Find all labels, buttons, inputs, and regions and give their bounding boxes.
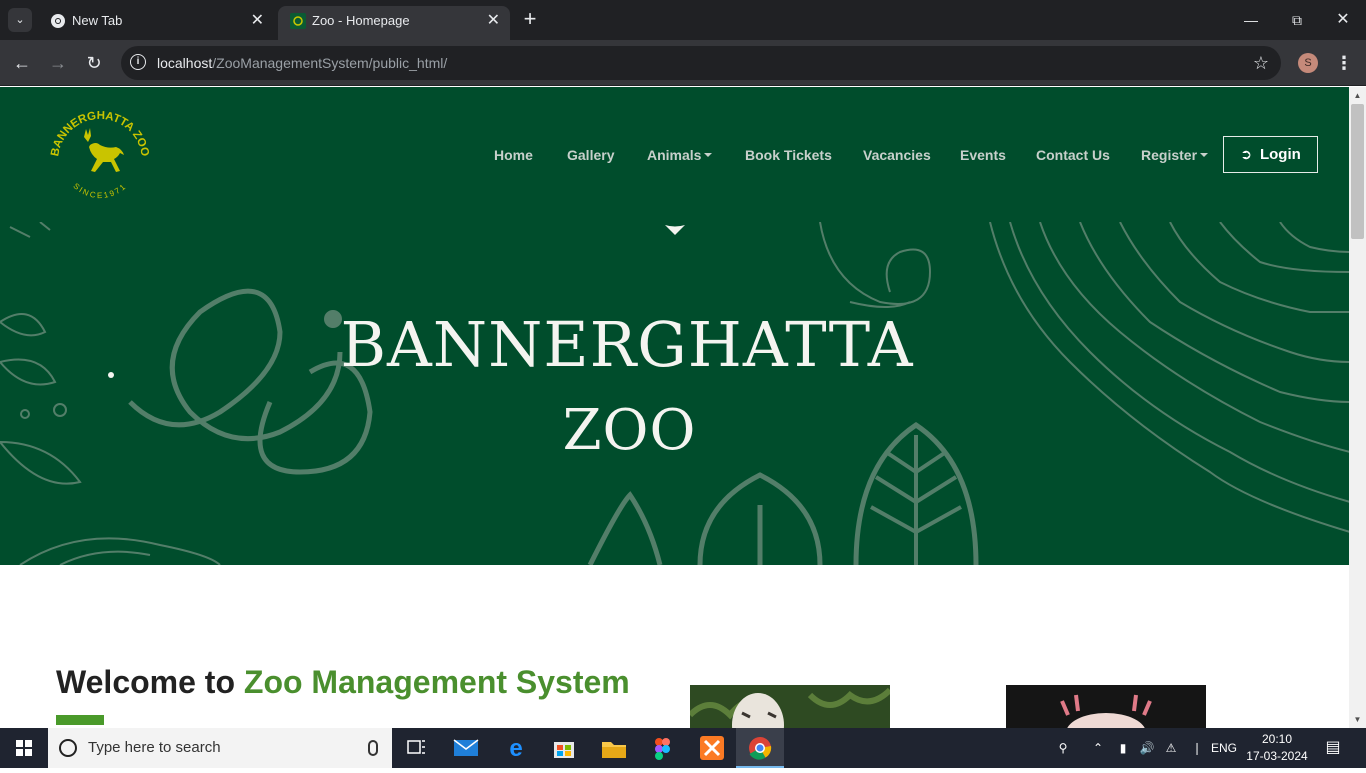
tab-title: Zoo - Homepage <box>312 13 410 28</box>
nav-register[interactable]: Register <box>1141 136 1209 174</box>
language-indicator[interactable]: ENG <box>1208 728 1240 768</box>
clock-time: 20:10 <box>1261 732 1293 746</box>
browser-toolbar: ← → ↻ i localhost/ZooManagementSystem/pu… <box>0 40 1366 86</box>
tab-new-tab[interactable]: New Tab ✕ <box>38 6 274 40</box>
back-arrow-icon[interactable]: ← <box>10 51 34 75</box>
svg-text:SINCE1971: SINCE1971 <box>71 181 128 200</box>
tab-zoo-homepage[interactable]: Zoo - Homepage ✕ <box>278 6 510 40</box>
nav-vacancies[interactable]: Vacancies <box>863 136 931 174</box>
site-header: BANNERGHATTA ZOO SINCE1971 Home Gallery … <box>0 87 1349 222</box>
dropdown-caret-icon <box>1200 153 1209 158</box>
white-tiger-photo <box>690 685 890 728</box>
mail-icon[interactable] <box>442 728 490 768</box>
main-nav: Home Gallery Animals Book Tickets Vacanc… <box>0 136 1349 174</box>
clock-date: 17-03-2024 <box>1246 749 1308 763</box>
show-hidden-icons-chevron-icon[interactable]: ⌃ <box>1088 728 1108 768</box>
minimize-icon[interactable]: — <box>1228 0 1274 40</box>
edge-icon[interactable]: e <box>492 728 540 768</box>
task-view-icon[interactable] <box>392 728 440 768</box>
page-scrollbar[interactable]: ▲ ▼ <box>1349 87 1366 728</box>
tab-search-chevron-icon[interactable]: ⌄ <box>8 8 32 32</box>
store-icon[interactable] <box>540 728 588 768</box>
search-placeholder: Type here to search <box>88 739 221 756</box>
security-alert-icon[interactable]: ⚠ <box>1160 728 1182 768</box>
microphone-icon[interactable] <box>368 740 378 756</box>
system-clock[interactable]: 20:10 17-03-2024 <box>1243 731 1311 765</box>
page-viewport: BANNERGHATTA ZOO SINCE1971 Home Gallery … <box>0 87 1349 728</box>
cortana-circle-icon <box>59 739 77 757</box>
file-explorer-icon[interactable] <box>590 728 638 768</box>
scroll-up-arrow-icon[interactable]: ▲ <box>1349 87 1366 104</box>
address-bar[interactable]: i localhost/ZooManagementSystem/public_h… <box>121 46 1281 80</box>
scroll-down-arrow-icon[interactable]: ▼ <box>1349 711 1366 728</box>
nav-book-tickets[interactable]: Book Tickets <box>745 136 832 174</box>
taskbar-search-box[interactable]: Type here to search <box>48 728 392 768</box>
figma-icon[interactable] <box>638 728 686 768</box>
close-tab-icon[interactable]: ✕ <box>251 6 264 36</box>
hero-title-line1: BANNERGHATTA <box>340 308 914 381</box>
bookmark-star-icon[interactable]: ☆ <box>1253 46 1269 80</box>
nav-home[interactable]: Home <box>494 136 533 174</box>
svg-text:e: e <box>509 735 522 762</box>
nav-events[interactable]: Events <box>960 136 1006 174</box>
volume-icon[interactable]: 🔊 <box>1136 728 1158 768</box>
reload-icon[interactable]: ↻ <box>82 51 106 75</box>
tab-title: New Tab <box>72 13 123 28</box>
dropdown-caret-icon <box>704 153 713 158</box>
wifi-icon[interactable]: ❘ <box>1186 728 1208 768</box>
scrollbar-thumb[interactable] <box>1351 104 1364 239</box>
zoo-favicon-icon <box>290 13 306 29</box>
heading-underline <box>56 715 104 725</box>
chrome-icon <box>51 14 65 28</box>
hero-title-line2: ZOO <box>562 398 697 463</box>
new-tab-plus-icon[interactable]: + <box>518 8 542 32</box>
people-icon[interactable]: ⚲ <box>1050 728 1076 768</box>
xampp-icon[interactable] <box>688 728 736 768</box>
nav-contact-us[interactable]: Contact Us <box>1036 136 1110 174</box>
windows-taskbar: Type here to search e ⚲ ⌃ ▮ 🔊 ⚠ ❘ ENG 20… <box>0 728 1366 768</box>
profile-avatar[interactable]: S <box>1298 53 1318 73</box>
leaf-line-art-decoration <box>0 222 1349 565</box>
more-menu-icon[interactable]: ⋮ <box>1334 51 1354 75</box>
nav-gallery[interactable]: Gallery <box>567 136 614 174</box>
close-tab-icon[interactable]: ✕ <box>487 6 500 36</box>
battery-icon[interactable]: ▮ <box>1112 728 1134 768</box>
login-button[interactable]: ➲ Login <box>1223 136 1318 173</box>
notification-center-icon[interactable]: ▤ <box>1320 728 1346 768</box>
axolotl-photo <box>1006 685 1206 728</box>
welcome-heading: Welcome to Zoo Management System <box>56 664 630 700</box>
forward-arrow-icon[interactable]: → <box>46 51 70 75</box>
url-text[interactable]: localhost/ZooManagementSystem/public_htm… <box>157 46 447 80</box>
nav-animals[interactable]: Animals <box>647 136 713 174</box>
chrome-taskbar-icon[interactable] <box>736 728 784 768</box>
browser-tab-strip: ⌄ New Tab ✕ Zoo - Homepage ✕ + — ⧉ ✕ <box>0 0 1366 40</box>
hero-banner: BANNERGHATTA ZOO <box>0 222 1349 565</box>
site-info-icon[interactable]: i <box>130 54 146 70</box>
windows-start-icon[interactable] <box>0 728 48 768</box>
close-window-icon[interactable]: ✕ <box>1320 0 1366 40</box>
restore-icon[interactable]: ⧉ <box>1274 0 1320 40</box>
sign-in-icon: ➲ <box>1240 146 1252 162</box>
